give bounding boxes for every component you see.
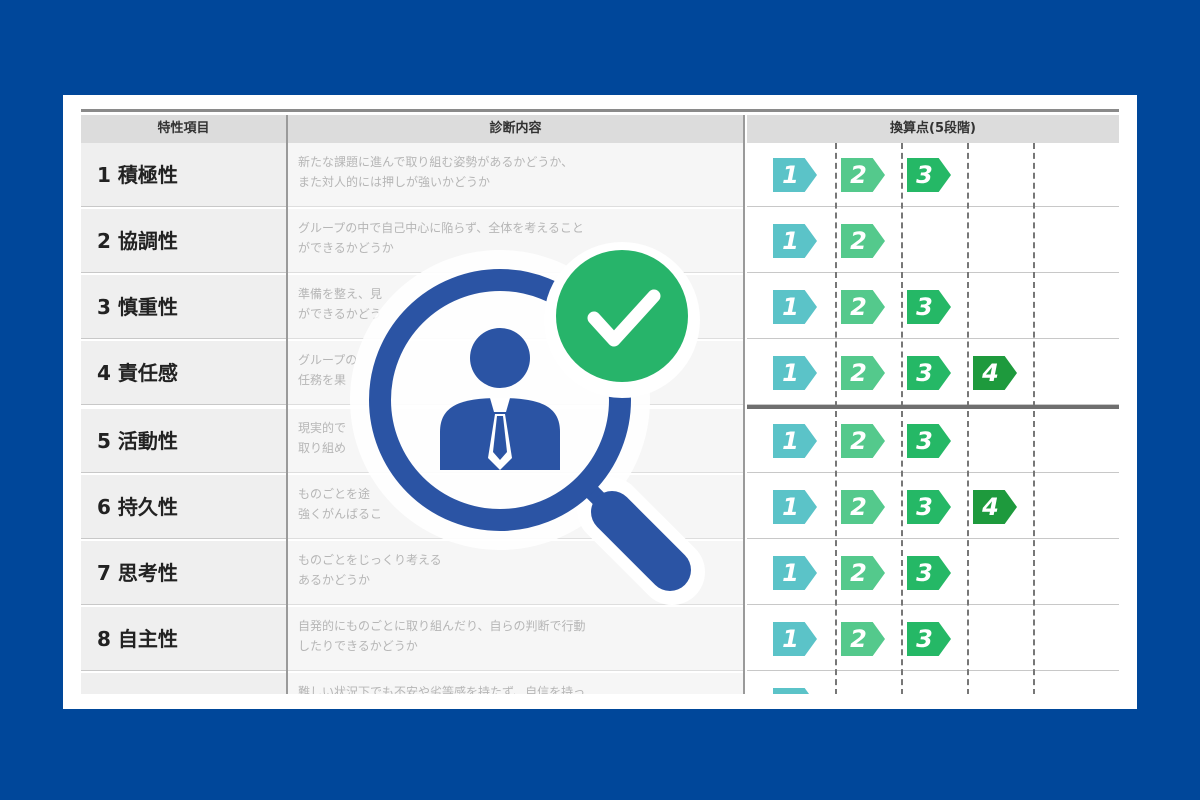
trait-label: 2 協調性: [81, 209, 286, 273]
score-divider: [835, 143, 837, 694]
trait-description: グループの中で自己中心に陥らず、全体を考えること ができるかどうか: [288, 209, 743, 273]
description-line: 新たな課題に進んで取り組む姿勢があるかどうか、: [298, 155, 574, 169]
description-line: ができるかどう: [298, 307, 382, 321]
trait-description: ものごとをじっくり考える あるかどうか: [288, 541, 743, 605]
trait-description: 現実的で 取り組め: [288, 409, 743, 473]
description-line: 現実的で: [298, 421, 347, 435]
description-line: 難しい状況下でも不安や劣等感を持たず、自信を持っ: [298, 685, 586, 694]
trait-description: グループの 任務を果: [288, 341, 743, 405]
header-description: 診断内容: [288, 115, 743, 143]
trait-label: [81, 673, 286, 694]
section-divider: [747, 405, 1119, 409]
trait-description: 準備を整え、見 ができるかどう: [288, 275, 743, 339]
table-top-border: [81, 109, 1119, 112]
trait-description: 難しい状況下でも不安や劣等感を持たず、自信を持っ: [288, 673, 743, 694]
description-line: 自発的にものごとに取り組んだり、自らの判断で行動: [298, 619, 586, 633]
table-row: 8 自主性 自発的にものごとに取り組んだり、自らの判断で行動 したりできるかどうか 1…: [81, 607, 1119, 673]
header-trait: 特性項目: [81, 115, 286, 143]
table-row: 3 慎重性 準備を整え、見 ができるかどう 1 2 3: [81, 275, 1119, 341]
trait-label: 5 活動性: [81, 409, 286, 473]
table-row: 4 責任感 グループの 任務を果 1 2 3 4: [81, 341, 1119, 407]
trait-label: 6 持久性: [81, 475, 286, 539]
trait-label: 4 責任感: [81, 341, 286, 405]
score-divider: [901, 143, 903, 694]
description-line: ものごとを途: [298, 487, 371, 501]
description-line: あるかどうか: [298, 573, 371, 587]
description-line: また対人的には押しが強いかどうか: [298, 175, 491, 189]
aptitude-table: 特性項目 診断内容 換算点(5段階) 1 積極性 新たな課題に進んで取り組む姿勢が…: [81, 109, 1119, 694]
trait-description: 自発的にものごとに取り組んだり、自らの判断で行動 したりできるかどうか: [288, 607, 743, 671]
table-row: 7 思考性 ものごとをじっくり考える あるかどうか 1 2 3: [81, 541, 1119, 607]
table-row: 1 積極性 新たな課題に進んで取り組む姿勢があるかどうか、 また対人的には押しが強い…: [81, 143, 1119, 209]
description-line: ができるかどうか: [298, 241, 394, 255]
trait-label: 7 思考性: [81, 541, 286, 605]
description-line: グループの中で自己中心に陥らず、全体を考えること: [298, 221, 584, 235]
table-row: 5 活動性 現実的で 取り組め 1 2 3: [81, 409, 1119, 475]
column-divider: [286, 115, 288, 694]
header-score: 換算点(5段階): [747, 115, 1119, 143]
score-divider: [1033, 143, 1035, 694]
description-line: グループの: [298, 353, 358, 367]
description-line: 任務を果: [298, 373, 347, 387]
trait-description: 新たな課題に進んで取り組む姿勢があるかどうか、 また対人的には押しが強いかどうか: [288, 143, 743, 207]
trait-description: ものごとを途 強くがんばるこ: [288, 475, 743, 539]
table-row: 2 協調性 グループの中で自己中心に陥らず、全体を考えること ができるかどうか 1 2: [81, 209, 1119, 275]
trait-label: 8 自主性: [81, 607, 286, 671]
score-divider: [967, 143, 969, 694]
content-card: 特性項目 診断内容 換算点(5段階) 1 積極性 新たな課題に進んで取り組む姿勢が…: [63, 95, 1137, 709]
description-line: 準備を整え、見: [298, 287, 383, 301]
description-line: 強くがんばるこ: [298, 507, 383, 521]
table-row: 難しい状況下でも不安や劣等感を持たず、自信を持っ1: [81, 673, 1119, 694]
trait-label: 3 慎重性: [81, 275, 286, 339]
description-line: したりできるかどうか: [298, 639, 418, 653]
description-line: 取り組め: [298, 441, 347, 455]
table-row: 6 持久性 ものごとを途 強くがんばるこ 1 2 3 4: [81, 475, 1119, 541]
trait-label: 1 積極性: [81, 143, 286, 207]
column-divider: [743, 115, 745, 694]
description-line: ものごとをじっくり考える: [298, 553, 442, 567]
